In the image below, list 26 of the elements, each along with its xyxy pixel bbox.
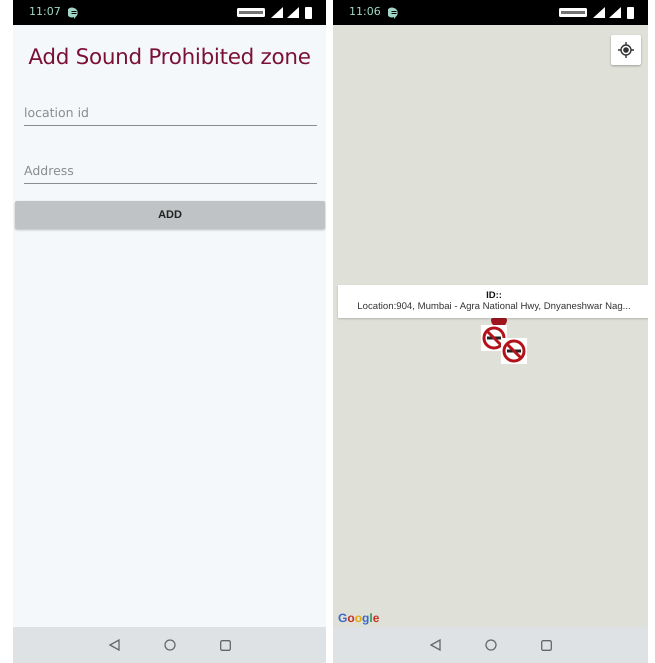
back-icon[interactable]: [108, 639, 120, 651]
add-button[interactable]: ADD: [15, 200, 325, 229]
my-location-button[interactable]: [611, 35, 641, 65]
input-field[interactable]: Address: [24, 162, 317, 184]
signal-icon: [287, 7, 299, 18]
recents-icon[interactable]: [220, 640, 230, 650]
signal-icon: [271, 7, 283, 18]
status-time: 11:06: [349, 4, 381, 20]
recents-icon[interactable]: [540, 640, 552, 650]
screen-title: Add Sound Prohibited zone: [27, 44, 312, 72]
signal-icon: [593, 7, 605, 18]
message-icon: [68, 6, 80, 18]
back-icon[interactable]: [430, 639, 440, 651]
no-horn-icon: [501, 338, 527, 364]
message-icon: [388, 6, 400, 18]
map-logo: Google: [338, 610, 380, 627]
status-time: 11:07: [29, 4, 61, 20]
home-icon[interactable]: [164, 639, 176, 651]
crosshair-icon: [618, 42, 634, 58]
input-field[interactable]: location id: [24, 104, 317, 126]
info-title: ID::: [486, 290, 502, 302]
battery-icon: [627, 6, 634, 18]
battery-icon: [305, 6, 312, 18]
signal-icon: [609, 7, 621, 18]
info-snippet: Location:904, Mumbai - Agra National Hwy, Dnyaneshwar Nag...: [357, 301, 631, 314]
home-icon[interactable]: [484, 639, 496, 651]
